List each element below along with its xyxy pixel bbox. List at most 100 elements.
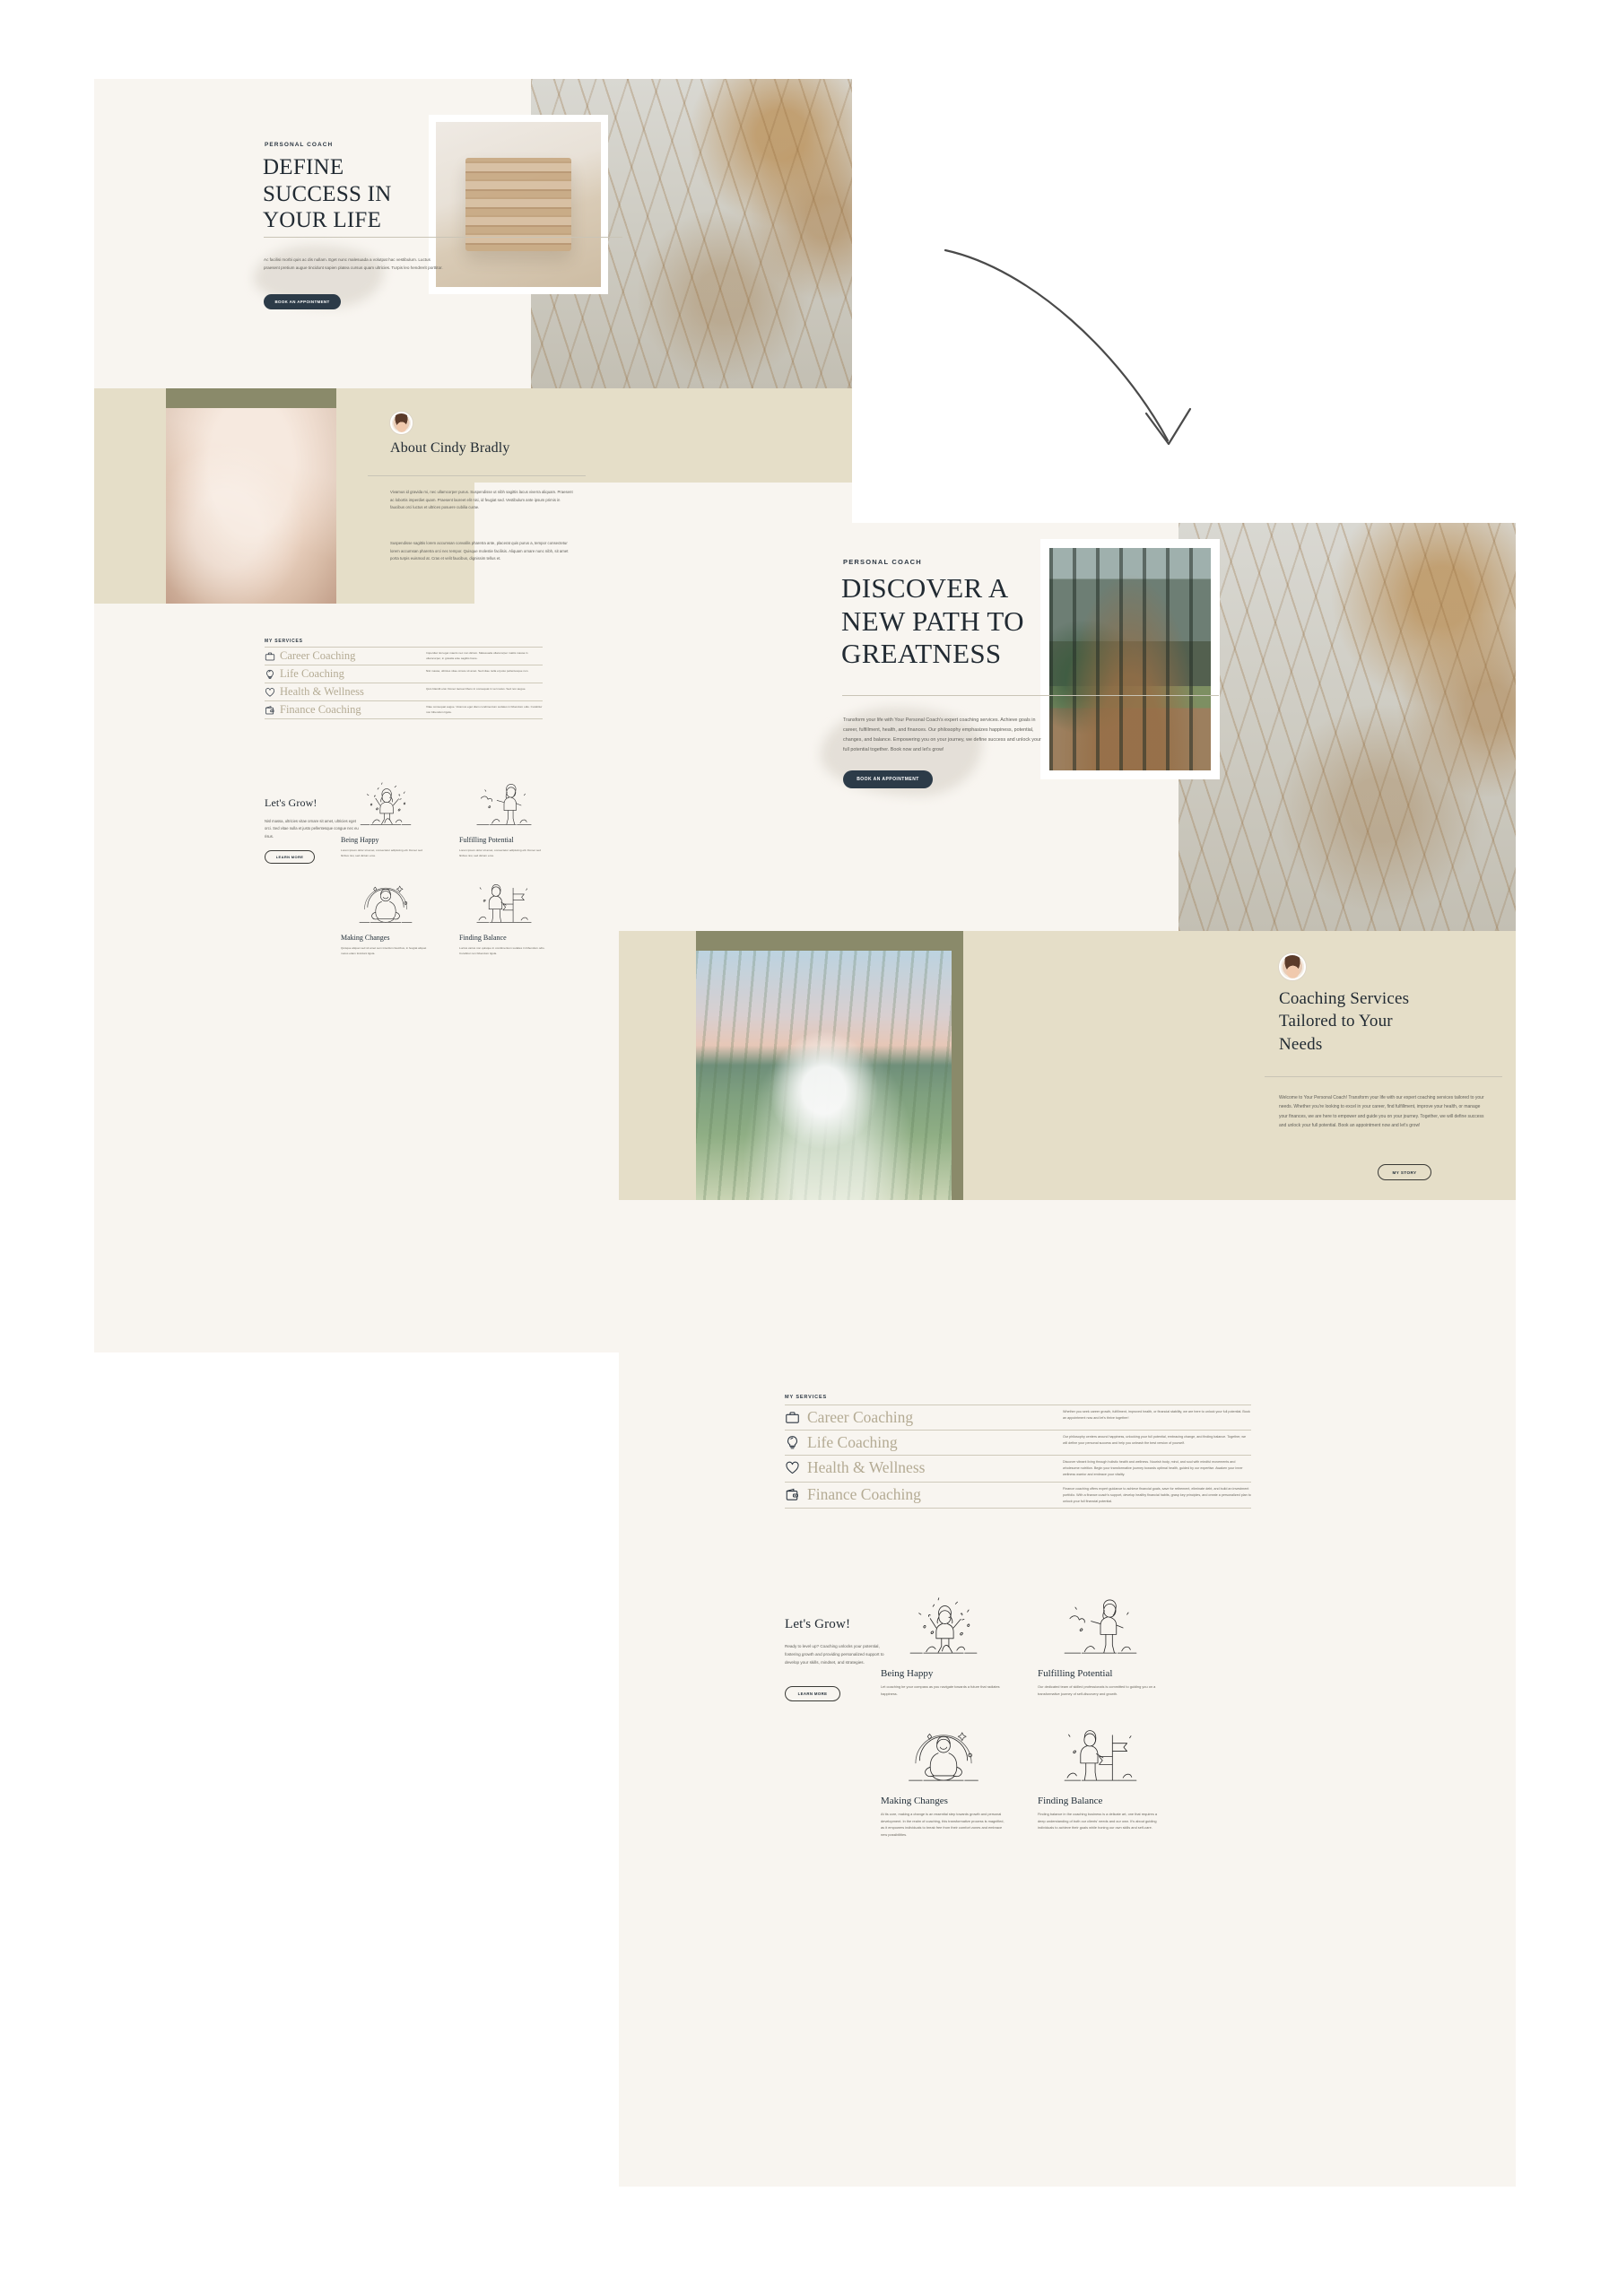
service-name: Life Coaching bbox=[280, 667, 344, 680]
woman-hands-jewelry-photo bbox=[166, 408, 336, 604]
service-label-group: Finance Coaching bbox=[265, 703, 426, 717]
heart-icon bbox=[265, 687, 275, 698]
service-description: Discover vibrant living through holistic… bbox=[1063, 1460, 1243, 1477]
hero-paragraph: Transform your life with Your Personal C… bbox=[843, 718, 1041, 753]
grow-card-grid: Being Happy Lorem ipsum dolor sit amet, c… bbox=[341, 780, 601, 956]
hero-title: DISCOVER A NEW PATH TO GREATNESS bbox=[841, 572, 1092, 671]
grow-card-grid: Being Happy Let coaching be your compass … bbox=[881, 1595, 1159, 1839]
lightbulb-icon bbox=[265, 669, 275, 680]
service-label-group: Health & Wellness bbox=[785, 1458, 1063, 1477]
services-list: Career Coaching Whether you seek career g… bbox=[785, 1405, 1251, 1509]
service-name: Health & Wellness bbox=[280, 685, 364, 698]
grow-title: Let's Grow! bbox=[785, 1617, 851, 1631]
grow-card-body: Let coaching be your compass as you navi… bbox=[881, 1684, 1000, 1696]
hero-book-appointment-button[interactable]: BOOK AN APPOINTMENT bbox=[843, 770, 933, 788]
grow-card-title: Finding Balance bbox=[459, 934, 507, 943]
grow-learn-more-button[interactable]: LEARN MORE bbox=[265, 850, 315, 864]
about-title-line-3: Needs bbox=[1279, 1034, 1323, 1054]
service-description: Imperdiet nisl eget mauris nec non dictu… bbox=[426, 651, 528, 661]
about-my-story-button[interactable]: MY STORY bbox=[1378, 1164, 1431, 1180]
service-label-group: Life Coaching bbox=[785, 1433, 1063, 1452]
grow-card-body: Luctus varius non quisque in condimentum… bbox=[459, 946, 545, 956]
page-two-grow: Let's Grow! Ready to level up? Coaching … bbox=[619, 1577, 1516, 2187]
page-two-mockup: PERSONAL COACH DISCOVER A NEW PATH TO GR… bbox=[619, 523, 1516, 2187]
woman-standing-illustration bbox=[459, 780, 549, 831]
woman-standing-illustration bbox=[1038, 1595, 1163, 1661]
briefcase-icon bbox=[785, 1410, 800, 1425]
grow-card-body: Our dedicated team of skilled profession… bbox=[1038, 1684, 1156, 1696]
service-label-group: Career Coaching bbox=[785, 1408, 1063, 1427]
services-label: MY SERVICES bbox=[785, 1395, 828, 1400]
hero-book-appointment-button[interactable]: BOOK AN APPOINTMENT bbox=[264, 294, 341, 309]
grow-card-title: Finding Balance bbox=[1038, 1796, 1103, 1807]
service-label-group: Life Coaching bbox=[265, 667, 426, 681]
avatar-face bbox=[1281, 955, 1304, 978]
service-row[interactable]: Career Coaching Imperdiet nisl eget mauri… bbox=[265, 647, 543, 665]
avatar bbox=[390, 412, 413, 434]
service-list-bottom-rule bbox=[785, 1508, 1251, 1509]
service-name: Life Coaching bbox=[807, 1433, 898, 1451]
service-name: Career Coaching bbox=[807, 1408, 914, 1426]
avatar bbox=[1279, 953, 1306, 980]
service-name: Finance Coaching bbox=[807, 1484, 921, 1503]
service-description: Finance coaching offers expert guidance … bbox=[1063, 1486, 1251, 1504]
hero-title-line-1: DISCOVER A bbox=[841, 572, 1009, 604]
service-name: Health & Wellness bbox=[807, 1458, 926, 1476]
service-label-group: Health & Wellness bbox=[265, 685, 426, 699]
grow-title: Let's Grow! bbox=[265, 796, 317, 809]
service-row[interactable]: Health & Wellness Discover vibrant living… bbox=[785, 1455, 1251, 1482]
grow-card: Being Happy Lorem ipsum dolor sit amet, c… bbox=[341, 780, 431, 858]
service-description: Quis blandit erat. Donec laoreet libero … bbox=[426, 687, 526, 691]
grow-learn-more-button[interactable]: LEARN MORE bbox=[785, 1686, 840, 1701]
service-row[interactable]: Health & Wellness Quis blandit erat. Done… bbox=[265, 683, 543, 700]
hero-title-line-2: NEW PATH TO bbox=[841, 604, 1024, 637]
heart-icon bbox=[785, 1460, 800, 1475]
woman-celebrating-illustration bbox=[881, 1595, 1006, 1661]
service-label-group: Finance Coaching bbox=[785, 1485, 1063, 1504]
woman-celebrating-illustration bbox=[341, 780, 431, 831]
grow-card: Making Changes Quisque aliquet sed sit am… bbox=[341, 878, 431, 956]
grow-card-title: Fulfilling Potential bbox=[459, 836, 514, 844]
service-label-group: Career Coaching bbox=[265, 649, 426, 663]
about-title-line-1: Coaching Services bbox=[1279, 989, 1410, 1008]
hero-title: DEFINE SUCCESS IN YOUR LIFE bbox=[263, 154, 469, 234]
hero-eyebrow: PERSONAL COACH bbox=[843, 558, 922, 566]
page-one-hero: PERSONAL COACH DEFINE SUCCESS IN YOUR LI… bbox=[94, 79, 852, 388]
grow-card: Fulfilling Potential Our dedicated team o… bbox=[1038, 1595, 1163, 1697]
service-row[interactable]: Life Coaching Our philosophy centers arou… bbox=[785, 1430, 1251, 1455]
page-two-services: MY SERVICES Career Coaching Whether you s… bbox=[619, 1200, 1516, 1577]
hero-title-line-2: SUCCESS IN bbox=[263, 181, 392, 206]
grow-card-title: Being Happy bbox=[341, 836, 379, 844]
pampas-grass-photo bbox=[1178, 523, 1516, 931]
service-row[interactable]: Finance Coaching Finance coaching offers … bbox=[785, 1481, 1251, 1509]
lightbulb-icon bbox=[785, 1435, 800, 1450]
about-paragraph-1: Vivamus id gravida mi, nec ullamcorper p… bbox=[390, 490, 573, 510]
about-divider bbox=[1265, 1076, 1502, 1077]
man-at-signpost-illustration bbox=[459, 878, 549, 928]
grow-card-title: Fulfilling Potential bbox=[1038, 1668, 1113, 1679]
mockup-canvas: PERSONAL COACH DEFINE SUCCESS IN YOUR LI… bbox=[0, 0, 1609, 2296]
service-name: Career Coaching bbox=[280, 649, 356, 662]
service-description: Our philosophy centers around happiness,… bbox=[1063, 1435, 1247, 1446]
grow-card-body: At its core, making a change is an essen… bbox=[881, 1812, 1005, 1838]
grow-card: Finding Balance Finding balance in the co… bbox=[1038, 1722, 1163, 1838]
service-list-bottom-rule bbox=[265, 718, 543, 719]
services-list: Career Coaching Imperdiet nisl eget mauri… bbox=[265, 647, 543, 719]
service-row[interactable]: Career Coaching Whether you seek career g… bbox=[785, 1405, 1251, 1430]
service-row[interactable]: Life Coaching Nisl massa, ultricies vitae… bbox=[265, 665, 543, 683]
service-row[interactable]: Finance Coaching Vitae consequat augue. V… bbox=[265, 700, 543, 718]
wallet-icon bbox=[265, 705, 275, 716]
grow-card-title: Making Changes bbox=[341, 934, 390, 943]
man-meditating-illustration bbox=[881, 1722, 1006, 1788]
about-divider bbox=[368, 475, 586, 476]
curved-arrow bbox=[944, 248, 1192, 446]
hero-eyebrow: PERSONAL COACH bbox=[265, 142, 334, 148]
about-paragraph: Welcome to Your Personal Coach! Transfor… bbox=[1279, 1095, 1484, 1128]
hero-divider bbox=[264, 237, 622, 238]
hero-divider bbox=[842, 695, 1219, 696]
grow-card: Being Happy Let coaching be your compass … bbox=[881, 1595, 1006, 1697]
briefcase-icon bbox=[265, 651, 275, 662]
grow-card-title: Being Happy bbox=[881, 1668, 934, 1679]
about-title: Coaching Services Tailored to Your Needs bbox=[1279, 987, 1494, 1056]
service-description: Whether you seek career growth, fulfillm… bbox=[1063, 1410, 1250, 1421]
